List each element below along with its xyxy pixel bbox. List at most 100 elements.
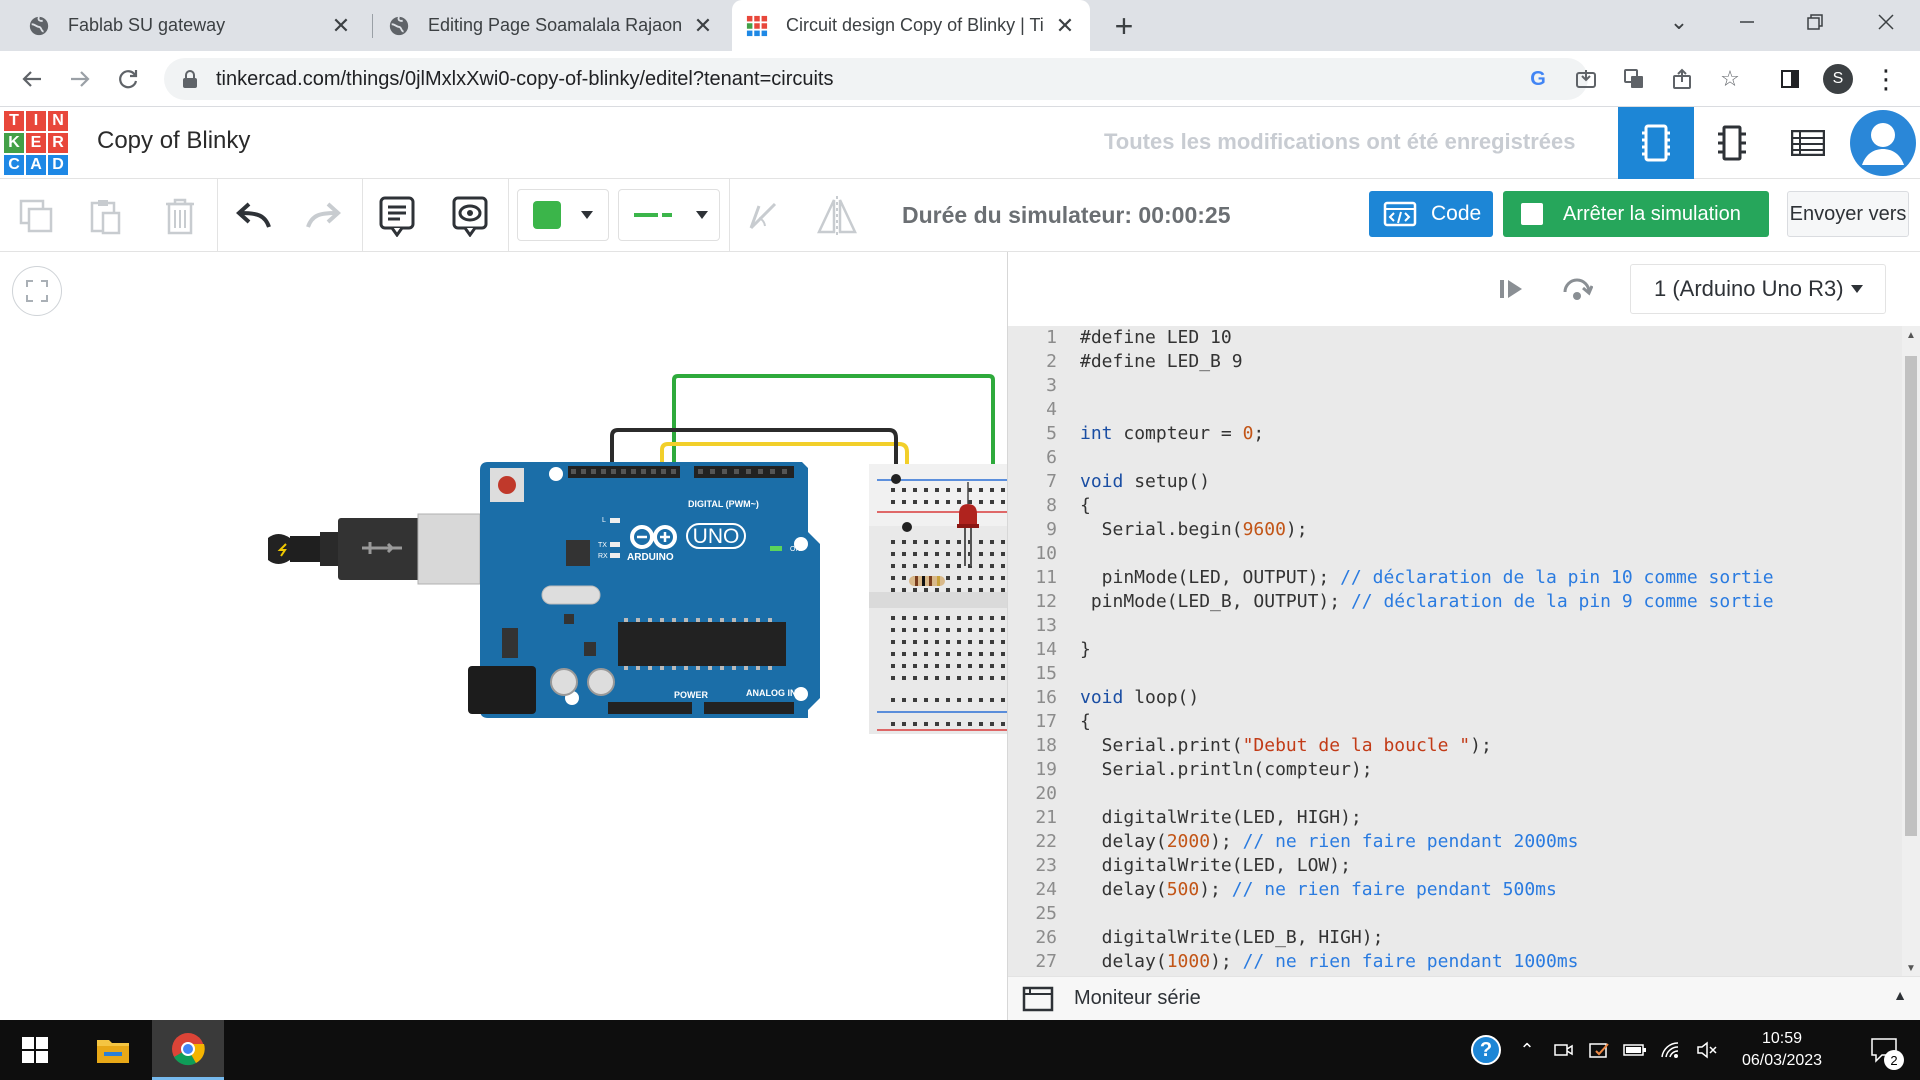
- component-list-button[interactable]: [1770, 107, 1846, 179]
- chrome-taskbar-button[interactable]: [152, 1020, 224, 1080]
- redo-button[interactable]: [301, 193, 347, 239]
- translate-icon[interactable]: [1614, 59, 1654, 99]
- forward-icon[interactable]: [60, 59, 100, 99]
- code-line[interactable]: }: [1080, 638, 1900, 662]
- browser-tab[interactable]: Fablab SU gateway ✕: [14, 0, 366, 51]
- usb-cable[interactable]: [266, 508, 484, 600]
- notification-center-button[interactable]: 2: [1856, 1020, 1912, 1080]
- code-line[interactable]: [1080, 542, 1900, 566]
- note-icon: [379, 196, 415, 237]
- code-line[interactable]: digitalWrite(LED, HIGH);: [1080, 806, 1900, 830]
- close-tab-icon[interactable]: ✕: [330, 13, 352, 39]
- circuit-canvas[interactable]: UNO ARDUINO DIGITAL (PWM~) POWER ANALOG …: [0, 252, 1007, 1020]
- code-line[interactable]: void setup(): [1080, 470, 1900, 494]
- install-app-icon[interactable]: [1566, 59, 1606, 99]
- code-line[interactable]: digitalWrite(LED_B, HIGH);: [1080, 926, 1900, 950]
- editor-scrollbar[interactable]: ▲ ▼: [1902, 326, 1920, 976]
- browser-tab-active[interactable]: Circuit design Copy of Blinky | Tin ✕: [732, 0, 1090, 51]
- step-button[interactable]: [1490, 269, 1532, 309]
- code-line[interactable]: digitalWrite(LED, LOW);: [1080, 854, 1900, 878]
- profile-avatar[interactable]: S: [1818, 59, 1858, 99]
- address-bar[interactable]: tinkercad.com/things/0jlMxlxXwi0-copy-of…: [164, 58, 1588, 100]
- code-line[interactable]: pinMode(LED, OUTPUT); // déclaration de …: [1080, 566, 1900, 590]
- code-line[interactable]: [1080, 902, 1900, 926]
- code-lines[interactable]: #define LED 10 #define LED_B 9 int compteu…: [1080, 326, 1900, 974]
- screen-capture-icon[interactable]: [1584, 1020, 1614, 1080]
- show-hidden-icons[interactable]: ⌃: [1512, 1020, 1542, 1080]
- delete-button[interactable]: [157, 193, 203, 239]
- code-button[interactable]: Code: [1369, 191, 1493, 237]
- more-menu-icon[interactable]: ⋮: [1866, 59, 1906, 99]
- tab-search-icon[interactable]: ⌄: [1645, 0, 1713, 44]
- notes-button[interactable]: [374, 193, 420, 239]
- google-icon[interactable]: G: [1518, 59, 1558, 99]
- minimize-icon[interactable]: [1713, 0, 1781, 44]
- side-panel-icon[interactable]: [1770, 59, 1810, 99]
- wire-color-dropdown[interactable]: [517, 189, 609, 241]
- breadboard[interactable]: [869, 464, 1007, 734]
- undo-button[interactable]: [230, 193, 276, 239]
- file-explorer-button[interactable]: [82, 1020, 144, 1080]
- code-line[interactable]: [1080, 662, 1900, 686]
- design-title[interactable]: Copy of Blinky: [97, 127, 250, 155]
- start-button[interactable]: [0, 1020, 70, 1080]
- tinkercad-logo[interactable]: T I N K E R C A D: [4, 111, 68, 175]
- scroll-down-icon[interactable]: ▼: [1906, 963, 1916, 974]
- code-line[interactable]: Serial.println(compteur);: [1080, 758, 1900, 782]
- code-line[interactable]: pinMode(LED_B, OUTPUT); // déclaration d…: [1080, 590, 1900, 614]
- code-line[interactable]: #define LED_B 9: [1080, 350, 1900, 374]
- code-line[interactable]: delay(2000); // ne rien faire pendant 20…: [1080, 830, 1900, 854]
- show-notes-button[interactable]: [447, 193, 493, 239]
- board-select[interactable]: 1 (Arduino Uno R3): [1630, 264, 1886, 314]
- code-line[interactable]: [1080, 374, 1900, 398]
- code-line[interactable]: [1080, 398, 1900, 422]
- reload-icon[interactable]: [108, 59, 148, 99]
- star-icon[interactable]: ☆: [1710, 59, 1750, 99]
- code-line[interactable]: delay(500); // ne rien faire pendant 500…: [1080, 878, 1900, 902]
- battery-icon[interactable]: [1620, 1020, 1650, 1080]
- serial-monitor-bar[interactable]: Moniteur série ▲: [1008, 976, 1920, 1020]
- tab-divider: [372, 14, 373, 38]
- code-line[interactable]: Serial.begin(9600);: [1080, 518, 1900, 542]
- stop-simulation-button[interactable]: Arrêter la simulation: [1503, 191, 1769, 237]
- expand-up-icon[interactable]: ▲: [1893, 987, 1907, 1003]
- step-over-button[interactable]: [1556, 269, 1598, 309]
- code-line[interactable]: Serial.print("Debut de la boucle ");: [1080, 734, 1900, 758]
- code-line[interactable]: #define LED 10: [1080, 326, 1900, 350]
- code-editor[interactable]: 1 2 3 4 5 6 7 8 9 10 11 12 13 14 15 16 17 18 19 20 21 22 23 24 2…: [1008, 326, 1920, 976]
- back-icon[interactable]: [12, 59, 52, 99]
- schematic-view-button[interactable]: [1694, 107, 1770, 179]
- code-line[interactable]: [1080, 782, 1900, 806]
- taskbar-clock[interactable]: 10:59 06/03/2023: [1716, 1028, 1848, 1072]
- send-to-button[interactable]: Envoyer vers: [1787, 191, 1909, 237]
- code-line[interactable]: {: [1080, 494, 1900, 518]
- wire-type-dropdown[interactable]: [618, 189, 720, 241]
- help-icon[interactable]: ?: [1466, 1020, 1506, 1080]
- close-window-icon[interactable]: [1852, 0, 1920, 44]
- scroll-up-icon[interactable]: ▲: [1906, 330, 1916, 341]
- code-line[interactable]: delay(1000); // ne rien faire pendant 10…: [1080, 950, 1900, 974]
- new-tab-button[interactable]: +: [1106, 8, 1142, 44]
- meet-now-icon[interactable]: [1548, 1020, 1578, 1080]
- close-tab-icon[interactable]: ✕: [1054, 13, 1076, 39]
- browser-tab[interactable]: Editing Page Soamalala Rajaonar ✕: [374, 0, 728, 51]
- user-avatar[interactable]: [1846, 107, 1920, 179]
- restore-icon[interactable]: [1781, 0, 1849, 44]
- close-tab-icon[interactable]: ✕: [692, 13, 714, 39]
- code-line[interactable]: void loop(): [1080, 686, 1900, 710]
- circuit-view-button[interactable]: [1618, 107, 1694, 179]
- flip-button[interactable]: [814, 193, 860, 239]
- paste-button[interactable]: [83, 193, 129, 239]
- copy-button[interactable]: [13, 193, 59, 239]
- clock-time: 10:59: [1761, 1030, 1803, 1047]
- code-line[interactable]: [1080, 614, 1900, 638]
- line-number: 21: [1035, 807, 1057, 828]
- code-line[interactable]: {: [1080, 710, 1900, 734]
- rotate-button[interactable]: [740, 193, 786, 239]
- code-line[interactable]: int compteur = 0;: [1080, 422, 1900, 446]
- code-line[interactable]: [1080, 446, 1900, 470]
- scrollbar-thumb[interactable]: [1905, 356, 1917, 836]
- schematic-icon: [1718, 125, 1746, 161]
- wifi-icon[interactable]: [1656, 1020, 1686, 1080]
- share-icon[interactable]: [1662, 59, 1702, 99]
